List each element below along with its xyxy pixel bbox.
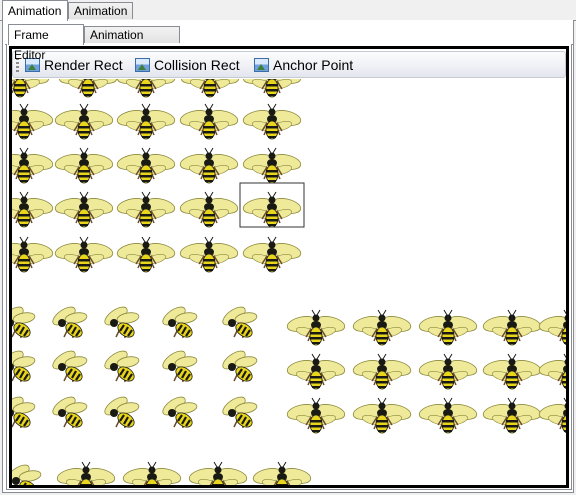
bee-sprite — [481, 398, 543, 433]
anchor-point-button[interactable]: Anchor Point — [254, 55, 353, 75]
bee-sprite — [219, 303, 258, 341]
bee-sprite — [219, 393, 258, 431]
bee-sprite — [115, 237, 177, 272]
bee-sprite — [12, 192, 55, 227]
bee-sprite — [115, 104, 177, 139]
tab-animation-preview[interactable]: Animation Preview — [84, 26, 180, 59]
animation-tabstrip: Animation 1 Animation 2 — [0, 0, 576, 38]
bee-sprite — [101, 347, 140, 385]
bee-sprite — [101, 303, 140, 341]
bee-sprite — [49, 393, 88, 431]
render-rect-label: Render Rect — [44, 57, 123, 73]
bee-sprite — [417, 398, 479, 433]
bee-sprite — [179, 79, 241, 97]
tab-animation-2[interactable]: Animation 2 — [68, 2, 133, 35]
bee-sprite — [115, 79, 177, 97]
bee-sprite — [12, 148, 55, 183]
bee-sprite — [57, 79, 119, 97]
bee-sprite — [12, 237, 55, 272]
bee-sprite — [49, 347, 88, 385]
bee-sprite — [285, 354, 347, 389]
tab-label: Frame Editor — [14, 28, 49, 62]
bee-sprite — [49, 303, 88, 341]
sprite-sheet — [12, 79, 566, 485]
bee-sprite — [241, 79, 303, 97]
bee-sprite — [481, 310, 543, 345]
bee-sprite — [241, 237, 303, 272]
bee-sprite — [115, 148, 177, 183]
bee-sprite — [241, 104, 303, 139]
bee-sprite — [178, 192, 240, 227]
bee-sprite — [53, 104, 115, 139]
bee-sprite — [12, 461, 42, 485]
bee-sprite — [178, 237, 240, 272]
editor-toolbar: Render Rect Collision Rect Anchor Point — [12, 51, 566, 78]
bee-sprite — [159, 347, 198, 385]
bee-sprite — [159, 303, 198, 341]
bee-sprite — [12, 79, 51, 97]
tab-animation-1[interactable]: Animation 1 — [2, 0, 68, 38]
bee-sprite — [187, 462, 249, 485]
bee-sprite — [285, 398, 347, 433]
bee-sprite — [417, 310, 479, 345]
tab-frame-editor[interactable]: Frame Editor — [8, 24, 84, 62]
bee-sprite — [219, 347, 258, 385]
collision-rect-button[interactable]: Collision Rect — [135, 55, 240, 75]
image-icon — [135, 58, 150, 72]
bee-sprite — [12, 393, 36, 431]
bee-sprite — [12, 303, 36, 341]
bee-sprite — [159, 393, 198, 431]
bee-sprite — [178, 104, 240, 139]
bee-sprite — [537, 398, 566, 433]
sprite-canvas[interactable]: Render Rect Collision Rect Anchor Point — [9, 46, 569, 488]
bee-sprite — [417, 354, 479, 389]
bee-sprite — [178, 148, 240, 183]
bee-sprite — [121, 462, 183, 485]
bee-sprite — [12, 104, 55, 139]
bee-sprite-selected[interactable] — [241, 192, 303, 227]
editor-tabstrip: Frame Editor Animation Preview — [5, 24, 573, 62]
anchor-point-label: Anchor Point — [273, 57, 354, 73]
bee-sprite — [53, 237, 115, 272]
collision-rect-label: Collision Rect — [154, 57, 240, 73]
bee-sprite — [537, 354, 566, 389]
bee-sprite — [537, 310, 566, 345]
bee-sprite — [12, 347, 36, 385]
bee-sprite — [241, 148, 303, 183]
bee-sprite — [285, 310, 347, 345]
bee-sprite — [53, 192, 115, 227]
bee-sprite — [351, 354, 413, 389]
bee-sprite — [115, 192, 177, 227]
bee-sprite — [351, 310, 413, 345]
bee-sprite — [53, 148, 115, 183]
bee-sprite — [481, 354, 543, 389]
bee-sprite — [251, 462, 313, 485]
bee-sprite — [55, 462, 117, 485]
bee-sprite — [101, 393, 140, 431]
image-icon — [254, 58, 269, 72]
bee-sprite — [351, 398, 413, 433]
